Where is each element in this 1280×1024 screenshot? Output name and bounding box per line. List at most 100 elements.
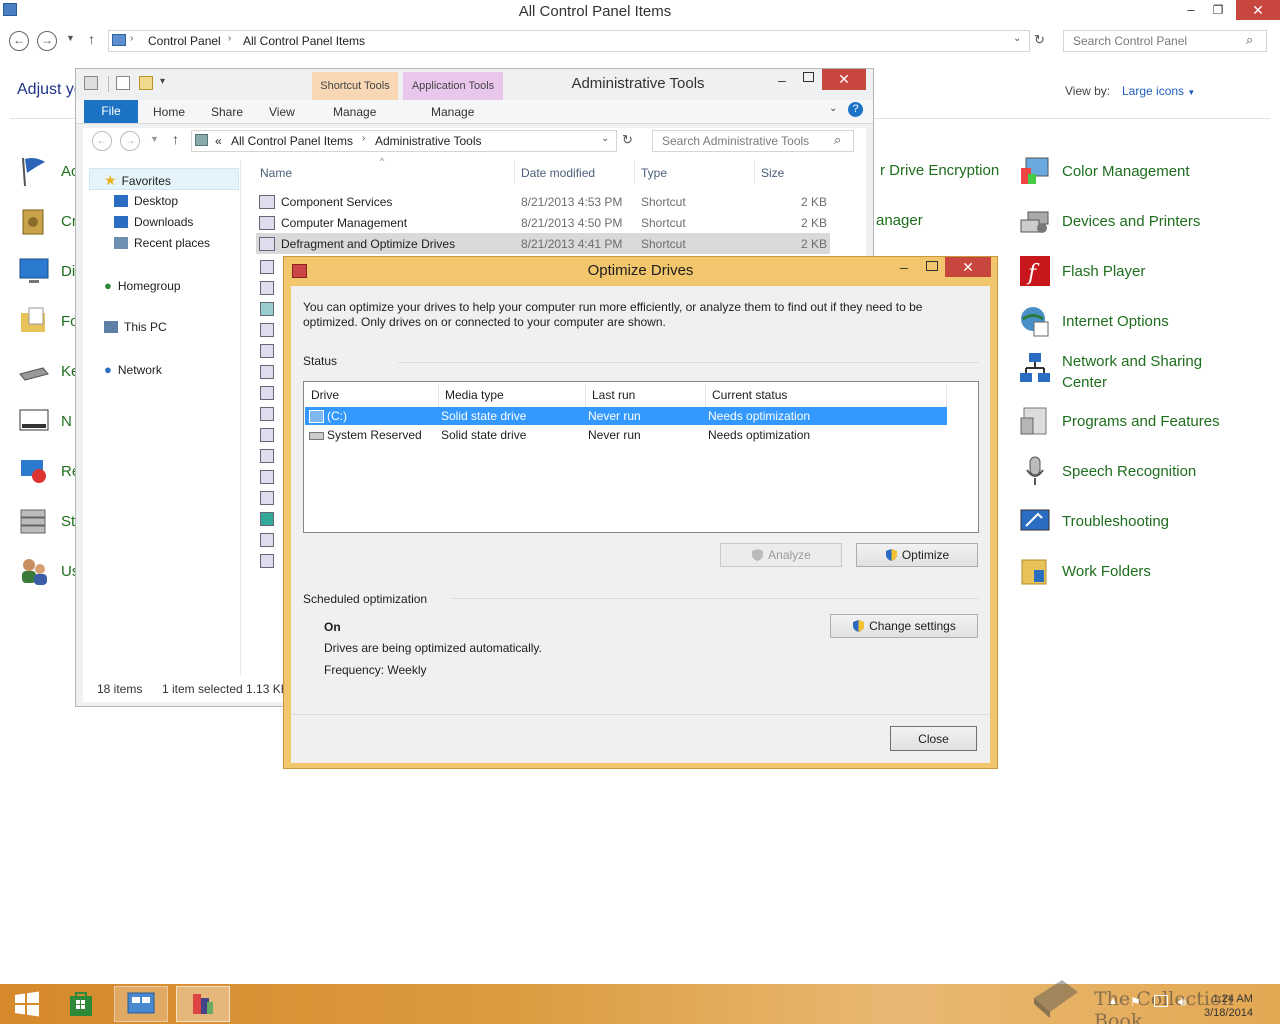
drive-row[interactable]: System Reserved Solid state drive Never … — [305, 426, 947, 444]
at-forward-button[interactable]: → — [120, 131, 140, 151]
at-address-dropdown-icon[interactable]: ⌄ — [601, 133, 609, 144]
admin-tools-app-icon[interactable] — [84, 76, 98, 90]
help-icon[interactable]: ? — [848, 102, 863, 117]
refresh-icon[interactable]: ↻ — [1034, 32, 1045, 48]
cp-item-internet-options[interactable]: Internet Options — [1018, 301, 1169, 341]
nav-favorites[interactable]: ★ Favorites — [104, 172, 171, 189]
at-minimize-button[interactable]: – — [778, 72, 786, 88]
nav-recent-places[interactable]: Recent places — [114, 236, 210, 250]
cp-minimize-button[interactable]: – — [1178, 0, 1204, 20]
cp-item-speech-recognition[interactable]: Speech Recognition — [1018, 451, 1196, 491]
at-maximize-button[interactable] — [803, 72, 814, 82]
show-hidden-icons[interactable]: ▲ — [1108, 996, 1118, 1007]
forward-button[interactable]: → — [37, 31, 57, 51]
cp-item-credential-manager[interactable]: Cr — [17, 201, 77, 241]
nav-downloads[interactable]: Downloads — [114, 215, 193, 229]
breadcrumb-control-panel[interactable]: Control Panel — [148, 34, 221, 48]
cp-item-devices-printers[interactable]: Devices and Printers — [1018, 201, 1200, 241]
at-back-button[interactable]: ← — [92, 131, 112, 151]
cp-close-button[interactable]: ✕ — [1236, 0, 1280, 20]
at-close-button[interactable]: ✕ — [822, 69, 866, 90]
nav-desktop[interactable]: Desktop — [114, 194, 178, 208]
col-header-size[interactable]: Size — [761, 166, 784, 180]
col-header-current-status[interactable]: Current status — [712, 388, 787, 402]
at-recent-chevron-icon[interactable]: ▼ — [150, 134, 159, 144]
column-divider[interactable] — [705, 383, 706, 407]
cp-item-action-center[interactable]: Ac — [17, 151, 79, 191]
cp-item-flash-player[interactable]: f Flash Player — [1018, 251, 1145, 291]
cp-item-color-management[interactable]: Color Management — [1018, 151, 1190, 191]
drives-list[interactable] — [303, 381, 979, 533]
at-breadcrumb-admin-tools[interactable]: Administrative Tools — [375, 134, 482, 148]
breadcrumb-all-items[interactable]: All Control Panel Items — [243, 34, 365, 48]
at-search-icon[interactable]: ⌕ — [834, 132, 841, 148]
cp-restore-button[interactable]: ❐ — [1205, 0, 1231, 20]
file-row-selected[interactable]: Defragment and Optimize Drives 8/21/2013… — [256, 233, 830, 254]
drive-row-selected[interactable]: (C:) Solid state drive Never run Needs o… — [305, 407, 947, 425]
address-dropdown-chevron-icon[interactable]: ⌄ — [1013, 33, 1021, 44]
column-divider[interactable] — [585, 383, 586, 407]
file-row[interactable]: Computer Management 8/21/2013 4:50 PM Sh… — [259, 212, 827, 233]
column-divider[interactable] — [754, 160, 755, 184]
qat-customize-chevron-icon[interactable]: ▾ — [160, 76, 165, 87]
cp-item-bitlocker[interactable]: r Drive Encryption — [880, 160, 999, 181]
col-header-media-type[interactable]: Media type — [445, 388, 504, 402]
ribbon-tab-view[interactable]: View — [269, 105, 295, 119]
start-button[interactable] — [0, 986, 54, 1022]
cp-item-work-folders[interactable]: Work Folders — [1018, 551, 1151, 591]
breadcrumb-separator-icon[interactable]: › — [228, 33, 231, 44]
breadcrumb-separator-icon[interactable]: › — [362, 133, 365, 144]
optimize-button[interactable]: Optimize — [856, 543, 978, 567]
od-maximize-button[interactable] — [926, 261, 938, 271]
cp-item-programs-features[interactable]: Programs and Features — [1018, 401, 1220, 441]
cp-item-storage-spaces[interactable]: St — [17, 501, 75, 541]
at-refresh-icon[interactable]: ↻ — [622, 132, 633, 148]
cp-item-troubleshooting[interactable]: Troubleshooting — [1018, 501, 1169, 541]
tray-clock[interactable]: 1:24 AM 3/18/2014 — [1204, 992, 1253, 1020]
nav-homegroup[interactable]: ● Homegroup — [104, 278, 181, 293]
ribbon-tab-share[interactable]: Share — [211, 105, 243, 119]
search-icon[interactable]: ⌕ — [1246, 32, 1253, 48]
network-tray-icon[interactable] — [1154, 995, 1168, 1007]
col-header-drive[interactable]: Drive — [311, 388, 339, 402]
cp-item-user-accounts[interactable]: Us — [17, 551, 79, 591]
cp-item-recovery[interactable]: Re — [17, 451, 80, 491]
column-divider[interactable] — [634, 160, 635, 184]
at-up-arrow-icon[interactable]: ↑ — [172, 131, 179, 147]
up-arrow-icon[interactable]: ↑ — [88, 31, 95, 47]
cp-item-notification[interactable]: N — [17, 401, 72, 441]
change-settings-button[interactable]: Change settings — [830, 614, 978, 638]
column-divider[interactable] — [438, 383, 439, 407]
breadcrumb-overflow[interactable]: « — [215, 134, 222, 148]
col-header-type[interactable]: Type — [641, 166, 667, 180]
analyze-button[interactable]: Analyze — [720, 543, 842, 567]
cp-item-folder-options[interactable]: Fo — [17, 301, 79, 341]
od-close-titlebar-button[interactable]: ✕ — [945, 257, 991, 277]
cp-item-keyboard[interactable]: Ke — [17, 351, 79, 391]
properties-qat-icon[interactable] — [116, 76, 130, 90]
volume-tray-icon[interactable]: 🔊︎ — [1178, 994, 1186, 1010]
column-divider[interactable] — [946, 383, 947, 407]
cp-item-network-sharing[interactable]: Network and Sharing Center — [1018, 351, 1222, 393]
cp-item-display[interactable]: Di — [17, 251, 75, 291]
taskbar-store[interactable] — [54, 986, 108, 1022]
nav-this-pc[interactable]: This PC — [104, 320, 167, 334]
taskbar-optimize-drives[interactable] — [176, 986, 230, 1022]
new-folder-qat-icon[interactable] — [139, 76, 153, 90]
col-header-date[interactable]: Date modified — [521, 166, 595, 180]
ribbon-tab-manage-shortcut[interactable]: Manage — [333, 105, 376, 119]
od-minimize-button[interactable]: – — [900, 259, 908, 275]
col-header-name[interactable]: Name — [260, 166, 292, 180]
ribbon-tab-manage-application[interactable]: Manage — [431, 105, 474, 119]
column-divider[interactable] — [514, 160, 515, 184]
cp-item-credential-manager-partial[interactable]: anager — [876, 210, 923, 231]
file-row[interactable]: Component Services 8/21/2013 4:53 PM Sho… — [259, 191, 827, 212]
close-button[interactable]: Close — [890, 726, 977, 751]
at-breadcrumb-all-items[interactable]: All Control Panel Items — [231, 134, 353, 148]
ribbon-tab-file[interactable]: File — [84, 100, 138, 123]
nav-pane-splitter[interactable] — [240, 160, 241, 675]
col-header-last-run[interactable]: Last run — [592, 388, 635, 402]
breadcrumb-separator-icon[interactable]: › — [130, 33, 133, 44]
recent-locations-chevron-icon[interactable]: ▼ — [66, 33, 75, 43]
back-button[interactable]: ← — [9, 31, 29, 51]
